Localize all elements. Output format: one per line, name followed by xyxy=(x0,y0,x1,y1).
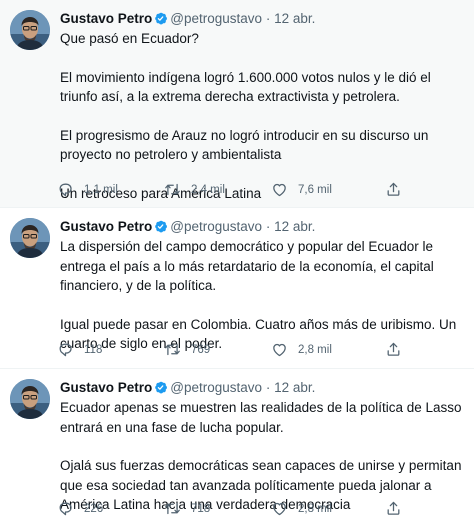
reply-icon xyxy=(57,500,74,517)
separator: · xyxy=(265,219,271,234)
avatar[interactable] xyxy=(10,10,50,50)
retweet-icon xyxy=(164,341,181,358)
reply-count: 118 xyxy=(84,343,103,356)
tweet[interactable]: Gustavo Petro @petrogustavo · 12 abr. Que… xyxy=(0,0,474,208)
author-handle[interactable]: @petrogustavo xyxy=(170,219,262,234)
reply-count: 1,1 mil xyxy=(84,183,118,196)
reply-button[interactable]: 226 xyxy=(57,500,164,517)
retweet-button[interactable]: 2,4 mil xyxy=(164,181,271,198)
like-icon xyxy=(271,500,288,517)
share-icon xyxy=(385,500,402,517)
like-count: 2,8 mil xyxy=(298,343,332,356)
author-name[interactable]: Gustavo Petro xyxy=(60,219,152,234)
tweet[interactable]: Gustavo Petro @petrogustavo · 12 abr. La … xyxy=(0,208,474,369)
verified-badge-icon xyxy=(153,219,168,234)
tweet-paragraph: Ecuador apenas se muestren las realidade… xyxy=(60,400,462,435)
separator: · xyxy=(265,380,271,395)
retweet-icon xyxy=(164,181,181,198)
tweet-paragraph: La dispersión del campo democrático y po… xyxy=(60,239,434,293)
like-button[interactable]: 7,6 mil xyxy=(271,181,378,198)
retweet-count: 718 xyxy=(191,502,211,515)
tweet-date[interactable]: 12 abr. xyxy=(274,380,315,395)
reply-icon xyxy=(57,341,74,358)
avatar[interactable] xyxy=(10,218,50,258)
tweet-actions: 1,1 mil 2,4 mil 7,6 mil xyxy=(57,181,464,198)
share-button[interactable] xyxy=(385,181,402,198)
tweet-paragraph: El movimiento indígena logró 1.600.000 v… xyxy=(60,69,431,105)
tweet[interactable]: Gustavo Petro @petrogustavo · 12 abr. Ecu… xyxy=(0,369,474,528)
retweet-count: 769 xyxy=(191,343,211,356)
reply-button[interactable]: 118 xyxy=(57,341,164,358)
tweet-text: La dispersión del campo democrático y po… xyxy=(60,237,464,354)
author-handle[interactable]: @petrogustavo xyxy=(170,380,262,395)
separator: · xyxy=(265,11,271,26)
reply-button[interactable]: 1,1 mil xyxy=(57,181,164,198)
tweet-actions: 118 769 2,8 mil xyxy=(57,341,464,358)
verified-badge-icon xyxy=(153,380,168,395)
tweet-date[interactable]: 12 abr. xyxy=(274,219,315,234)
tweet-paragraph: Que pasó en Ecuador? xyxy=(60,31,199,46)
share-button[interactable] xyxy=(385,500,402,517)
share-icon xyxy=(385,341,402,358)
reply-count: 226 xyxy=(84,502,104,515)
tweet-header: Gustavo Petro @petrogustavo · 12 abr. xyxy=(60,10,464,28)
like-button[interactable]: 2,8 mil xyxy=(271,500,378,517)
tweet-actions: 226 718 2,8 mil xyxy=(57,500,464,517)
tweet-header: Gustavo Petro @petrogustavo · 12 abr. xyxy=(60,379,464,397)
like-count: 2,8 mil xyxy=(298,502,332,515)
like-icon xyxy=(271,341,288,358)
tweet-text: Ecuador apenas se muestren las realidade… xyxy=(60,398,464,515)
share-icon xyxy=(385,181,402,198)
retweet-icon xyxy=(164,500,181,517)
avatar[interactable] xyxy=(10,379,50,419)
like-count: 7,6 mil xyxy=(298,183,332,196)
like-icon xyxy=(271,181,288,198)
retweet-button[interactable]: 769 xyxy=(164,341,271,358)
like-button[interactable]: 2,8 mil xyxy=(271,341,378,358)
author-handle[interactable]: @petrogustavo xyxy=(170,11,262,26)
tweet-date[interactable]: 12 abr. xyxy=(274,11,315,26)
tweet-text: Que pasó en Ecuador? El movimiento indíg… xyxy=(60,29,464,203)
reply-icon xyxy=(57,181,74,198)
share-button[interactable] xyxy=(385,341,402,358)
retweet-count: 2,4 mil xyxy=(191,183,225,196)
author-name[interactable]: Gustavo Petro xyxy=(60,11,152,26)
verified-badge-icon xyxy=(153,11,168,26)
tweet-paragraph: El progresismo de Arauz no logró introdu… xyxy=(60,127,429,163)
retweet-button[interactable]: 718 xyxy=(164,500,271,517)
author-name[interactable]: Gustavo Petro xyxy=(60,380,152,395)
tweet-header: Gustavo Petro @petrogustavo · 12 abr. xyxy=(60,218,464,236)
